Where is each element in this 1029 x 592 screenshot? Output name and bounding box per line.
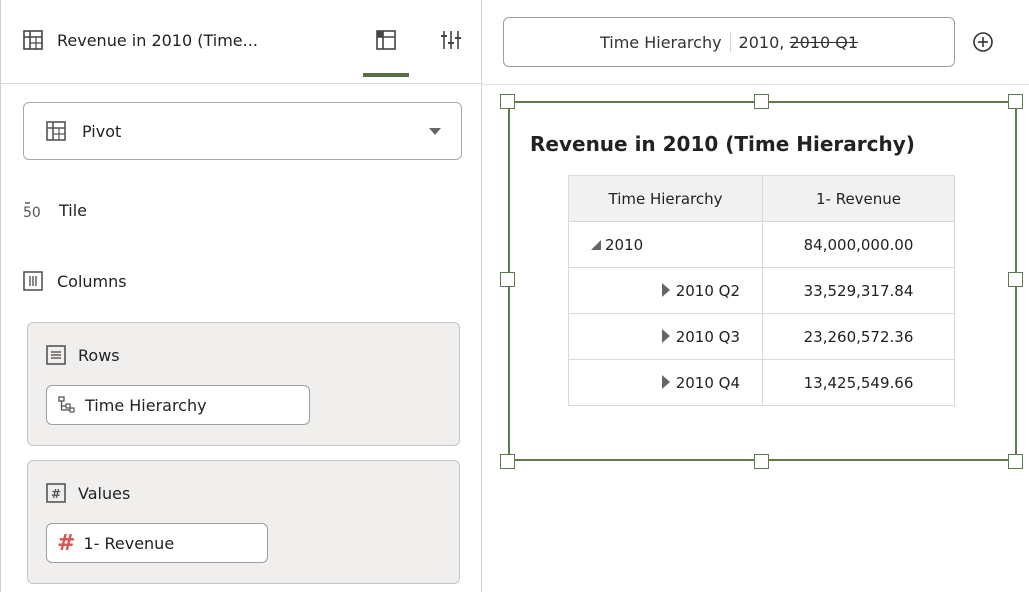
table-row: 2010 Q3 23,260,572.36 xyxy=(568,313,955,360)
viz-type-label: Pivot xyxy=(82,121,122,141)
values-icon: # xyxy=(46,483,66,503)
svg-text:#: # xyxy=(51,487,61,501)
row-label: 2010 xyxy=(605,235,644,254)
resize-handle-right[interactable] xyxy=(1008,272,1023,287)
rows-drop-target[interactable]: Rows Time Hierarchy xyxy=(27,322,460,446)
row-label: 2010 Q2 xyxy=(675,281,740,300)
properties-tab-icon[interactable] xyxy=(439,28,463,52)
row-header-cell[interactable]: 2010 Q2 xyxy=(568,267,763,314)
visualization-title: Revenue in 2010 (Time Hierarchy) xyxy=(530,132,915,156)
filter-name: Time Hierarchy xyxy=(599,32,722,52)
filter-value-kept: 2010, xyxy=(738,32,785,52)
time-hierarchy-filter[interactable]: Time Hierarchy 2010, 2010 Q1 xyxy=(503,17,955,67)
resize-handle-left[interactable] xyxy=(500,272,515,287)
filter-value-excluded: 2010 Q1 xyxy=(789,32,859,52)
resize-handle-top-left[interactable] xyxy=(500,94,515,109)
resize-handle-bottom-left[interactable] xyxy=(500,454,515,469)
toolbar-divider xyxy=(483,84,1029,85)
pivot-table: Time Hierarchy 1- Revenue 2010 84,000,00… xyxy=(568,175,955,406)
table-header-row: Time Hierarchy 1- Revenue xyxy=(568,175,955,222)
panel-header: Revenue in 2010 (Time... xyxy=(1,0,483,84)
viz-title: Revenue in 2010 (Time... xyxy=(57,30,258,50)
rows-header: Rows xyxy=(46,345,120,365)
values-header: # Values xyxy=(46,483,130,503)
pivot-icon xyxy=(46,121,66,141)
row-label: 2010 Q3 xyxy=(675,327,740,346)
rows-icon xyxy=(46,345,66,365)
row-header-cell[interactable]: 2010 Q4 xyxy=(568,359,763,406)
table-row: 2010 84,000,000.00 xyxy=(568,221,955,268)
tile-label: Tile xyxy=(59,200,88,220)
rows-label: Rows xyxy=(78,345,120,365)
row-header-cell[interactable]: 2010 xyxy=(568,221,763,268)
grammar-tab-icon[interactable] xyxy=(374,28,398,52)
values-label: Values xyxy=(78,483,131,503)
column-header[interactable]: 1- Revenue xyxy=(762,175,955,222)
add-filter-icon[interactable] xyxy=(972,31,994,53)
time-hierarchy-pill[interactable]: Time Hierarchy xyxy=(46,385,310,425)
value-cell: 84,000,000.00 xyxy=(762,221,955,268)
resize-handle-top[interactable] xyxy=(754,94,769,109)
collapse-icon[interactable] xyxy=(591,240,601,250)
measure-icon: # xyxy=(57,530,76,556)
viz-title-row: Revenue in 2010 (Time... xyxy=(23,30,258,50)
columns-icon xyxy=(23,271,43,291)
revenue-pill[interactable]: # 1- Revenue xyxy=(46,523,268,563)
expand-icon[interactable] xyxy=(661,374,670,389)
value-cell: 33,529,317.84 xyxy=(762,267,955,314)
values-drop-target[interactable]: # Values # 1- Revenue xyxy=(27,460,460,584)
svg-text:50: 50 xyxy=(23,205,41,220)
column-header[interactable]: Time Hierarchy xyxy=(568,175,763,222)
grammar-tile[interactable]: 50 Tile xyxy=(23,200,88,221)
expand-icon[interactable] xyxy=(661,282,670,297)
table-row: 2010 Q4 13,425,549.66 xyxy=(568,359,955,406)
time-hierarchy-pill-label: Time Hierarchy xyxy=(85,395,207,415)
resize-handle-bottom-right[interactable] xyxy=(1008,454,1023,469)
table-row: 2010 Q2 33,529,317.84 xyxy=(568,267,955,314)
tile-icon: 50 xyxy=(23,202,41,220)
grammar-columns[interactable]: Columns xyxy=(23,271,127,291)
value-cell: 23,260,572.36 xyxy=(762,313,955,360)
hierarchy-icon xyxy=(58,396,75,413)
viz-type-dropdown[interactable]: Pivot xyxy=(23,102,462,160)
row-header-cell[interactable]: 2010 Q3 xyxy=(568,313,763,360)
expand-icon[interactable] xyxy=(661,328,670,343)
value-cell: 13,425,549.66 xyxy=(762,359,955,406)
resize-handle-bottom[interactable] xyxy=(754,454,769,469)
revenue-pill-label: 1- Revenue xyxy=(83,533,175,553)
columns-label: Columns xyxy=(57,271,127,291)
row-label: 2010 Q4 xyxy=(675,373,740,392)
chevron-down-icon xyxy=(429,128,441,135)
grammar-panel: Revenue in 2010 (Time... Pivot 50 Tile C… xyxy=(0,0,483,592)
filter-separator xyxy=(729,32,731,52)
active-tab-indicator xyxy=(363,73,409,77)
resize-handle-top-right[interactable] xyxy=(1008,94,1023,109)
pivot-icon xyxy=(23,30,43,50)
